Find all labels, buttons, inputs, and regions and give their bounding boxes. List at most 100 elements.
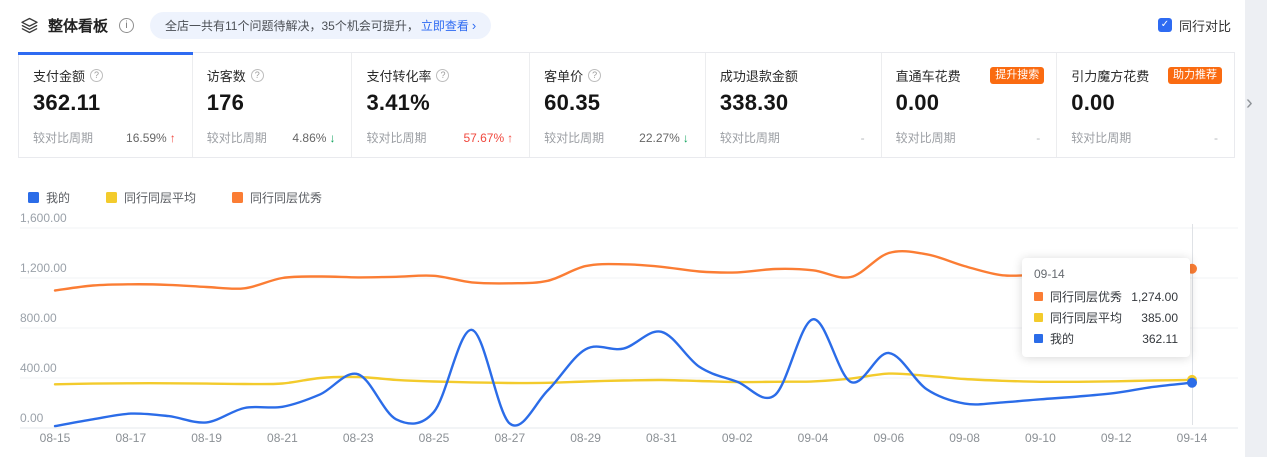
metric-title: 引力魔方花费 <box>1071 66 1149 85</box>
notice-banner: 全店一共有11个问题待解决，35个机会可提升， 立即查看 › <box>150 12 491 39</box>
legend-swatch-icon <box>28 192 39 203</box>
metric-card[interactable]: 直通车花费 提升搜索 0.00 较对比周期 - <box>882 53 1058 157</box>
x-axis-tick-label: 09-10 <box>1025 431 1056 445</box>
metric-card[interactable]: 引力魔方花费 助力推荐 0.00 较对比周期 - <box>1057 53 1234 157</box>
carousel-next-button[interactable]: › <box>1246 93 1253 113</box>
metric-card-title-row: 支付金额 ? <box>33 66 180 85</box>
change-value: 16.59% ↑ <box>126 131 176 145</box>
y-axis-tick-label: 0.00 <box>20 411 44 425</box>
tooltip-swatch-icon <box>1034 313 1043 322</box>
metric-title: 直通车花费 <box>896 66 961 85</box>
x-axis-tick-label: 08-17 <box>115 431 146 445</box>
change-arrow-icon: ↑ <box>507 131 513 145</box>
x-axis-tick-label: 09-06 <box>873 431 904 445</box>
metric-compare-row: 较对比周期 16.59% ↑ <box>33 129 180 146</box>
metric-title: 访客数 <box>207 66 246 85</box>
metric-card-title-row: 访客数 ? <box>207 66 340 85</box>
x-axis-tick-label: 08-23 <box>343 431 374 445</box>
compare-label: 较对比周期 <box>33 129 93 146</box>
tooltip-swatch-icon <box>1034 292 1043 301</box>
tooltip-series-value: 1,274.00 <box>1131 290 1178 304</box>
legend-label: 同行同层优秀 <box>250 189 322 206</box>
chart-tooltip: 09-14 同行同层优秀 1,274.00 同行同层平均 385.00 我的 3… <box>1022 258 1190 357</box>
y-axis-tick-label: 1,600.00 <box>20 211 67 225</box>
compare-label: 较对比周期 <box>896 129 956 146</box>
promo-badge[interactable]: 提升搜索 <box>990 67 1044 84</box>
legend-item[interactable]: 同行同层平均 <box>106 189 196 206</box>
metric-card-title-row: 客单价 ? <box>544 66 693 85</box>
metric-title: 成功退款金额 <box>720 66 798 85</box>
legend-swatch-icon <box>106 192 117 203</box>
page-title: 整体看板 <box>48 15 108 36</box>
metric-compare-row: 较对比周期 22.27% ↓ <box>544 129 693 146</box>
notice-arrow-icon[interactable]: › <box>472 18 476 33</box>
promo-badge[interactable]: 助力推荐 <box>1168 67 1222 84</box>
compare-label: 较对比周期 <box>366 129 426 146</box>
metric-title: 支付金额 <box>33 66 85 85</box>
x-axis-tick-label: 08-29 <box>570 431 601 445</box>
metric-compare-row: 较对比周期 - <box>896 129 1045 146</box>
change-value: - <box>1214 131 1218 145</box>
header: 整体看板 i 全店一共有11个问题待解决，35个机会可提升， 立即查看 › ✓ … <box>0 0 1245 50</box>
tooltip-row: 我的 362.11 <box>1034 330 1178 347</box>
change-value: - <box>861 131 865 145</box>
legend-label: 我的 <box>46 189 70 206</box>
metric-card[interactable]: 访客数 ? 176 较对比周期 4.86% ↓ <box>193 53 353 157</box>
change-arrow-icon: ↓ <box>329 131 335 145</box>
notice-text: 全店一共有11个问题待解决，35个机会可提升， <box>165 17 419 34</box>
compare-label: 较对比周期 <box>544 129 604 146</box>
metric-cards: 支付金额 ? 362.11 较对比周期 16.59% ↑ 访客数 ? 176 较… <box>18 52 1235 158</box>
metric-card-title-row: 成功退款金额 <box>720 66 869 85</box>
metric-card[interactable]: 客单价 ? 60.35 较对比周期 22.27% ↓ <box>530 53 706 157</box>
change-arrow-icon: ↑ <box>170 131 176 145</box>
tooltip-series-name: 同行同层优秀 <box>1050 288 1122 305</box>
compare-label: 较对比周期 <box>207 129 267 146</box>
metric-card[interactable]: 支付转化率 ? 3.41% 较对比周期 57.67% ↑ <box>352 53 530 157</box>
metric-value: 0.00 <box>1071 90 1222 116</box>
peer-compare-label: 同行对比 <box>1179 16 1231 35</box>
metric-compare-row: 较对比周期 - <box>720 129 869 146</box>
metric-value: 3.41% <box>366 90 517 116</box>
change-arrow-icon: ↓ <box>683 131 689 145</box>
peer-compare-checkbox[interactable]: ✓ <box>1158 18 1172 32</box>
tooltip-row: 同行同层优秀 1,274.00 <box>1034 288 1178 305</box>
legend-label: 同行同层平均 <box>124 189 196 206</box>
change-percent: 22.27% <box>639 131 680 145</box>
y-axis-tick-label: 800.00 <box>20 311 57 325</box>
chart-legend: 我的 同行同层平均 同行同层优秀 <box>28 189 322 206</box>
help-icon[interactable]: ? <box>90 69 103 82</box>
metric-card[interactable]: 支付金额 ? 362.11 较对比周期 16.59% ↑ <box>19 53 193 157</box>
line-peer-average <box>55 374 1192 385</box>
metric-value: 60.35 <box>544 90 693 116</box>
metric-card-title-row: 直通车花费 提升搜索 <box>896 66 1045 85</box>
x-axis-tick-label: 08-31 <box>646 431 677 445</box>
help-icon[interactable]: ? <box>588 69 601 82</box>
help-icon[interactable]: ? <box>436 69 449 82</box>
change-percent: 57.67% <box>463 131 504 145</box>
compare-label: 较对比周期 <box>720 129 780 146</box>
tooltip-series-value: 362.11 <box>1142 332 1178 346</box>
info-icon[interactable]: i <box>119 18 134 33</box>
x-axis-tick-label: 09-08 <box>949 431 980 445</box>
layers-icon <box>20 16 39 35</box>
metric-compare-row: 较对比周期 57.67% ↑ <box>366 129 517 146</box>
tooltip-series-value: 385.00 <box>1141 311 1178 325</box>
legend-item[interactable]: 我的 <box>28 189 70 206</box>
legend-item[interactable]: 同行同层优秀 <box>232 189 322 206</box>
metric-card[interactable]: 成功退款金额 338.30 较对比周期 - <box>706 53 882 157</box>
help-icon[interactable]: ? <box>251 69 264 82</box>
change-value: - <box>1036 131 1040 145</box>
tooltip-rows: 同行同层优秀 1,274.00 同行同层平均 385.00 我的 362.11 <box>1034 288 1178 347</box>
notice-link[interactable]: 立即查看 <box>421 17 469 34</box>
x-axis-tick-label: 08-15 <box>40 431 71 445</box>
change-value: 22.27% ↓ <box>639 131 689 145</box>
endpoint-dot-mine <box>1187 378 1197 388</box>
x-axis-tick-label: 09-02 <box>722 431 753 445</box>
metric-value: 362.11 <box>33 90 180 116</box>
x-axis-tick-label: 08-21 <box>267 431 298 445</box>
legend-swatch-icon <box>232 192 243 203</box>
tooltip-swatch-icon <box>1034 334 1043 343</box>
metric-value: 0.00 <box>896 90 1045 116</box>
change-percent: 16.59% <box>126 131 167 145</box>
compare-label: 较对比周期 <box>1071 129 1131 146</box>
